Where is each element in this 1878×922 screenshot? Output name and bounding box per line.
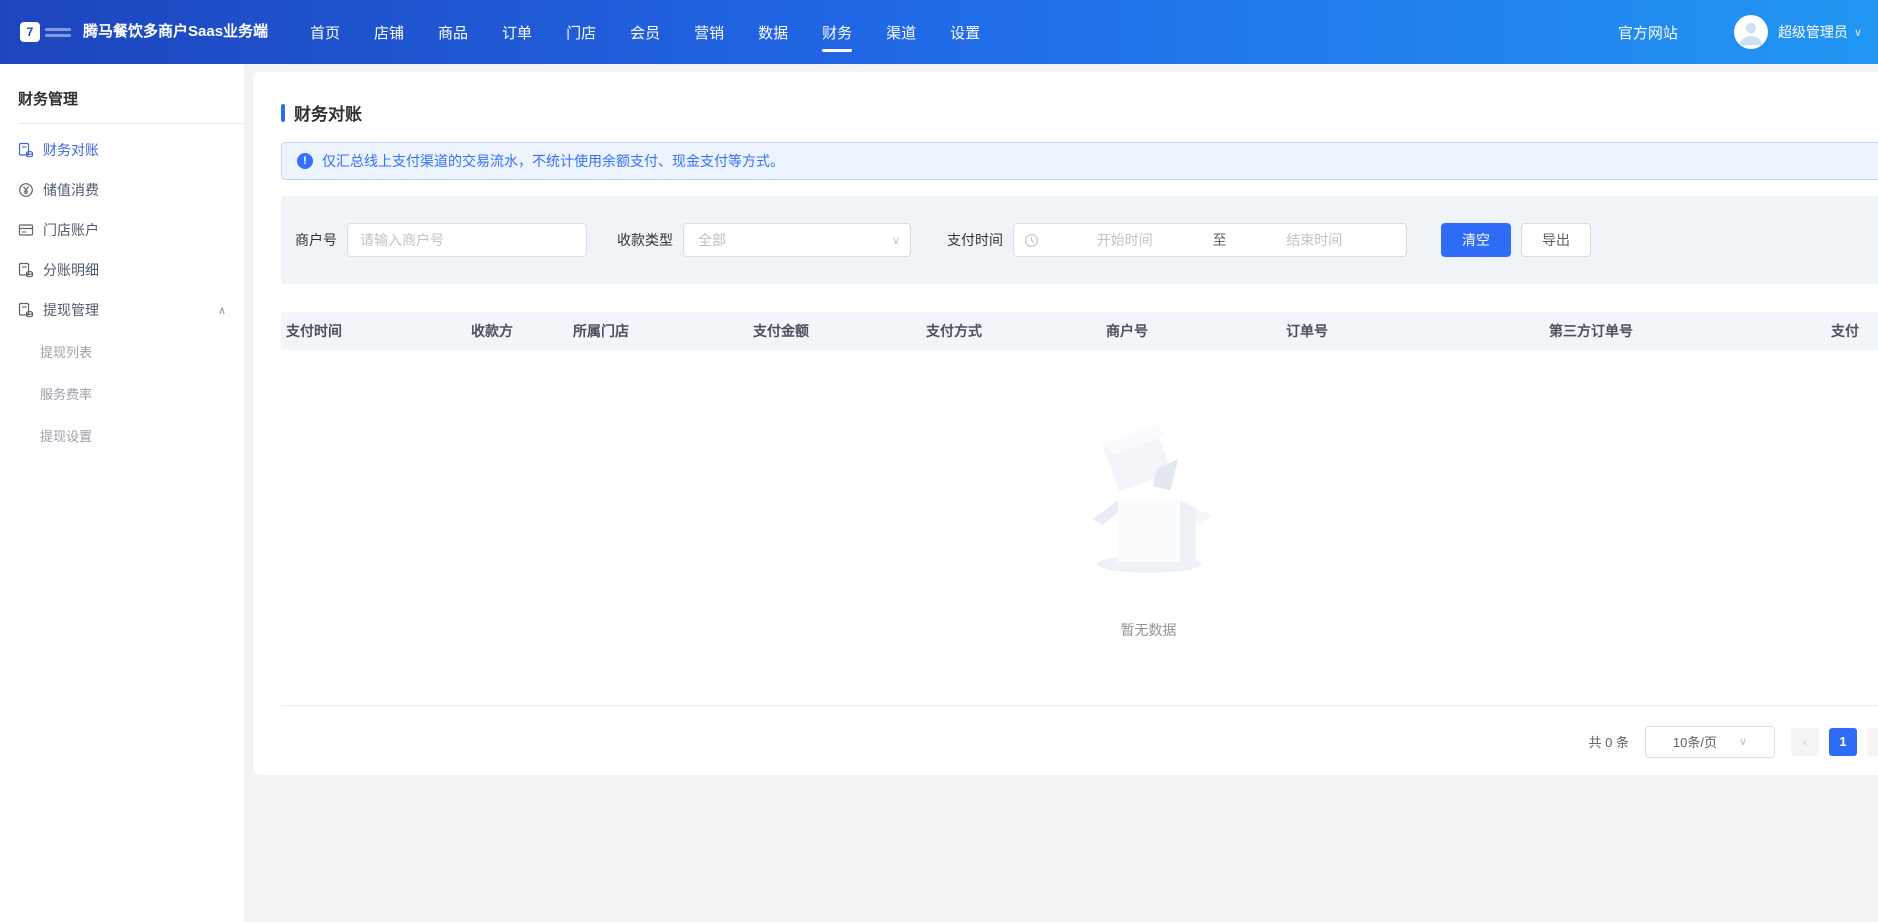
date-range-picker[interactable]: 开始时间 至 结束时间: [1013, 223, 1407, 257]
sidebar-item-label: 提现管理: [43, 300, 99, 320]
sidebar-item-withdraw-manage[interactable]: 提现管理 ∧: [0, 290, 244, 330]
nav-item-goods[interactable]: 商品: [421, 0, 485, 64]
pagination: 共 0 条 10条/页 ∨ ‹ 1 › 前往 页: [253, 706, 1878, 775]
prev-page-button[interactable]: ‹: [1791, 728, 1819, 756]
app-logo: 7 腾马餐饮多商户Saas业务端: [20, 21, 271, 43]
page-number-1[interactable]: 1: [1829, 728, 1857, 756]
sidebar-subitem-service-rate[interactable]: 服务费率: [40, 374, 134, 416]
nav-item-orders[interactable]: 订单: [485, 0, 549, 64]
sidebar-item-label: 储值消费: [43, 180, 99, 200]
merchant-id-input[interactable]: [347, 223, 587, 257]
col-amount: 支付金额: [748, 321, 921, 341]
col-store: 所属门店: [568, 321, 748, 341]
payment-type-value: 全部: [698, 230, 892, 250]
nav-item-finance[interactable]: 财务: [805, 0, 869, 64]
sidebar-item-label: 分账明细: [43, 260, 99, 280]
user-name[interactable]: 超级管理员: [1778, 22, 1848, 42]
page-title: 财务对账: [253, 72, 1878, 125]
nav-item-data[interactable]: 数据: [741, 0, 805, 64]
main-content: 财务对账 ! 仅汇总线上支付渠道的交易流水，不统计使用余额支付、现金支付等方式。…: [244, 64, 1878, 922]
sidebar-item-split-detail[interactable]: 分账明细: [0, 250, 244, 290]
col-merchant-id: 商户号: [1101, 321, 1281, 341]
nav-item-channels[interactable]: 渠道: [869, 0, 933, 64]
export-button[interactable]: 导出: [1521, 223, 1591, 257]
avatar[interactable]: [1734, 15, 1768, 49]
page-size-select[interactable]: 10条/页 ∨: [1645, 726, 1775, 758]
payment-type-select[interactable]: 全部 ∨: [683, 223, 911, 257]
sidebar-subitem-withdraw-settings[interactable]: 提现设置: [40, 416, 134, 458]
ledger-icon: [18, 142, 34, 158]
sidebar-item-label: 财务对账: [43, 140, 99, 160]
top-navbar: 7 腾马餐饮多商户Saas业务端 首页 店铺 商品 订单 门店 会员 营销 数据…: [0, 0, 1878, 64]
sidebar-item-stored-value[interactable]: 储值消费: [0, 170, 244, 210]
title-accent-bar: [281, 104, 285, 122]
ledger-icon: [18, 302, 34, 318]
clock-icon: [1024, 233, 1039, 248]
table-header-row: 支付时间 收款方 所属门店 支付金额 支付方式 商户号 订单号 第三方订单号 支…: [281, 312, 1878, 350]
chevron-down-icon: ∨: [1739, 735, 1747, 748]
user-icon: [1734, 15, 1768, 49]
nav-item-settings[interactable]: 设置: [933, 0, 997, 64]
sidebar-item-finance-reconcile[interactable]: 财务对账: [0, 130, 244, 170]
ledger-icon: [18, 262, 34, 278]
page-size-value: 10条/页: [1673, 732, 1717, 751]
finance-reconcile-card: 财务对账 ! 仅汇总线上支付渠道的交易流水，不统计使用余额支付、现金支付等方式。…: [253, 72, 1878, 775]
end-time-placeholder[interactable]: 结束时间: [1233, 230, 1397, 250]
col-order-id: 订单号: [1281, 321, 1544, 341]
card-icon: [18, 222, 34, 238]
page-title-text: 财务对账: [294, 100, 362, 125]
main-nav: 首页 店铺 商品 订单 门店 会员 营销 数据 财务 渠道 设置: [293, 0, 997, 64]
nav-item-stores[interactable]: 门店: [549, 0, 613, 64]
range-separator: 至: [1207, 230, 1233, 250]
info-icon: !: [297, 153, 313, 169]
logo-wordmark: [45, 28, 71, 37]
withdraw-submenu: 提现列表 服务费率 提现设置: [0, 330, 230, 460]
sidebar-divider: [18, 123, 244, 124]
chevron-down-icon[interactable]: ∨: [1854, 26, 1862, 39]
sidebar-item-store-account[interactable]: 门店账户: [0, 210, 244, 250]
info-alert: ! 仅汇总线上支付渠道的交易流水，不统计使用余额支付、现金支付等方式。: [281, 142, 1878, 180]
col-third-party-order-id: 第三方订单号: [1544, 321, 1826, 341]
yen-circle-icon: [18, 182, 34, 198]
payment-type-label: 收款类型: [617, 230, 673, 250]
official-site-link[interactable]: 官方网站: [1618, 22, 1678, 43]
empty-text: 暂无数据: [1121, 620, 1177, 640]
chevron-up-icon[interactable]: ∧: [218, 304, 226, 317]
merchant-id-label: 商户号: [295, 230, 337, 250]
col-pay-method: 支付方式: [921, 321, 1101, 341]
col-clipped: 支付: [1826, 321, 1878, 341]
col-pay-time: 支付时间: [281, 321, 466, 341]
sidebar-title: 财务管理: [0, 64, 244, 123]
col-payee: 收款方: [466, 321, 568, 341]
nav-item-marketing[interactable]: 营销: [677, 0, 741, 64]
sidebar-subitem-withdraw-list[interactable]: 提现列表: [40, 332, 134, 374]
sidebar: 财务管理 财务对账 储值消费 门店账户: [0, 64, 244, 922]
empty-state: 暂无数据: [253, 350, 1878, 705]
logo-icon: 7: [20, 22, 40, 42]
navbar-right: 官方网站 超级管理员 ∨: [1618, 15, 1862, 49]
nav-item-members[interactable]: 会员: [613, 0, 677, 64]
start-time-placeholder[interactable]: 开始时间: [1043, 230, 1207, 250]
sidebar-item-label: 门店账户: [43, 220, 99, 240]
clear-button[interactable]: 清空: [1441, 223, 1511, 257]
filter-bar: 商户号 收款类型 全部 ∨ 支付时间 开始时间 至 结束时间: [281, 196, 1878, 284]
nav-item-shop[interactable]: 店铺: [357, 0, 421, 64]
app-title: 腾马餐饮多商户Saas业务端: [83, 21, 271, 43]
pay-time-label: 支付时间: [947, 230, 1003, 250]
empty-box-illustration: [1081, 418, 1217, 580]
chevron-down-icon: ∨: [892, 234, 900, 247]
nav-item-home[interactable]: 首页: [293, 0, 357, 64]
total-count: 共 0 条: [1589, 732, 1629, 751]
alert-message: 仅汇总线上支付渠道的交易流水，不统计使用余额支付、现金支付等方式。: [322, 151, 784, 171]
next-page-button[interactable]: ›: [1867, 728, 1878, 756]
